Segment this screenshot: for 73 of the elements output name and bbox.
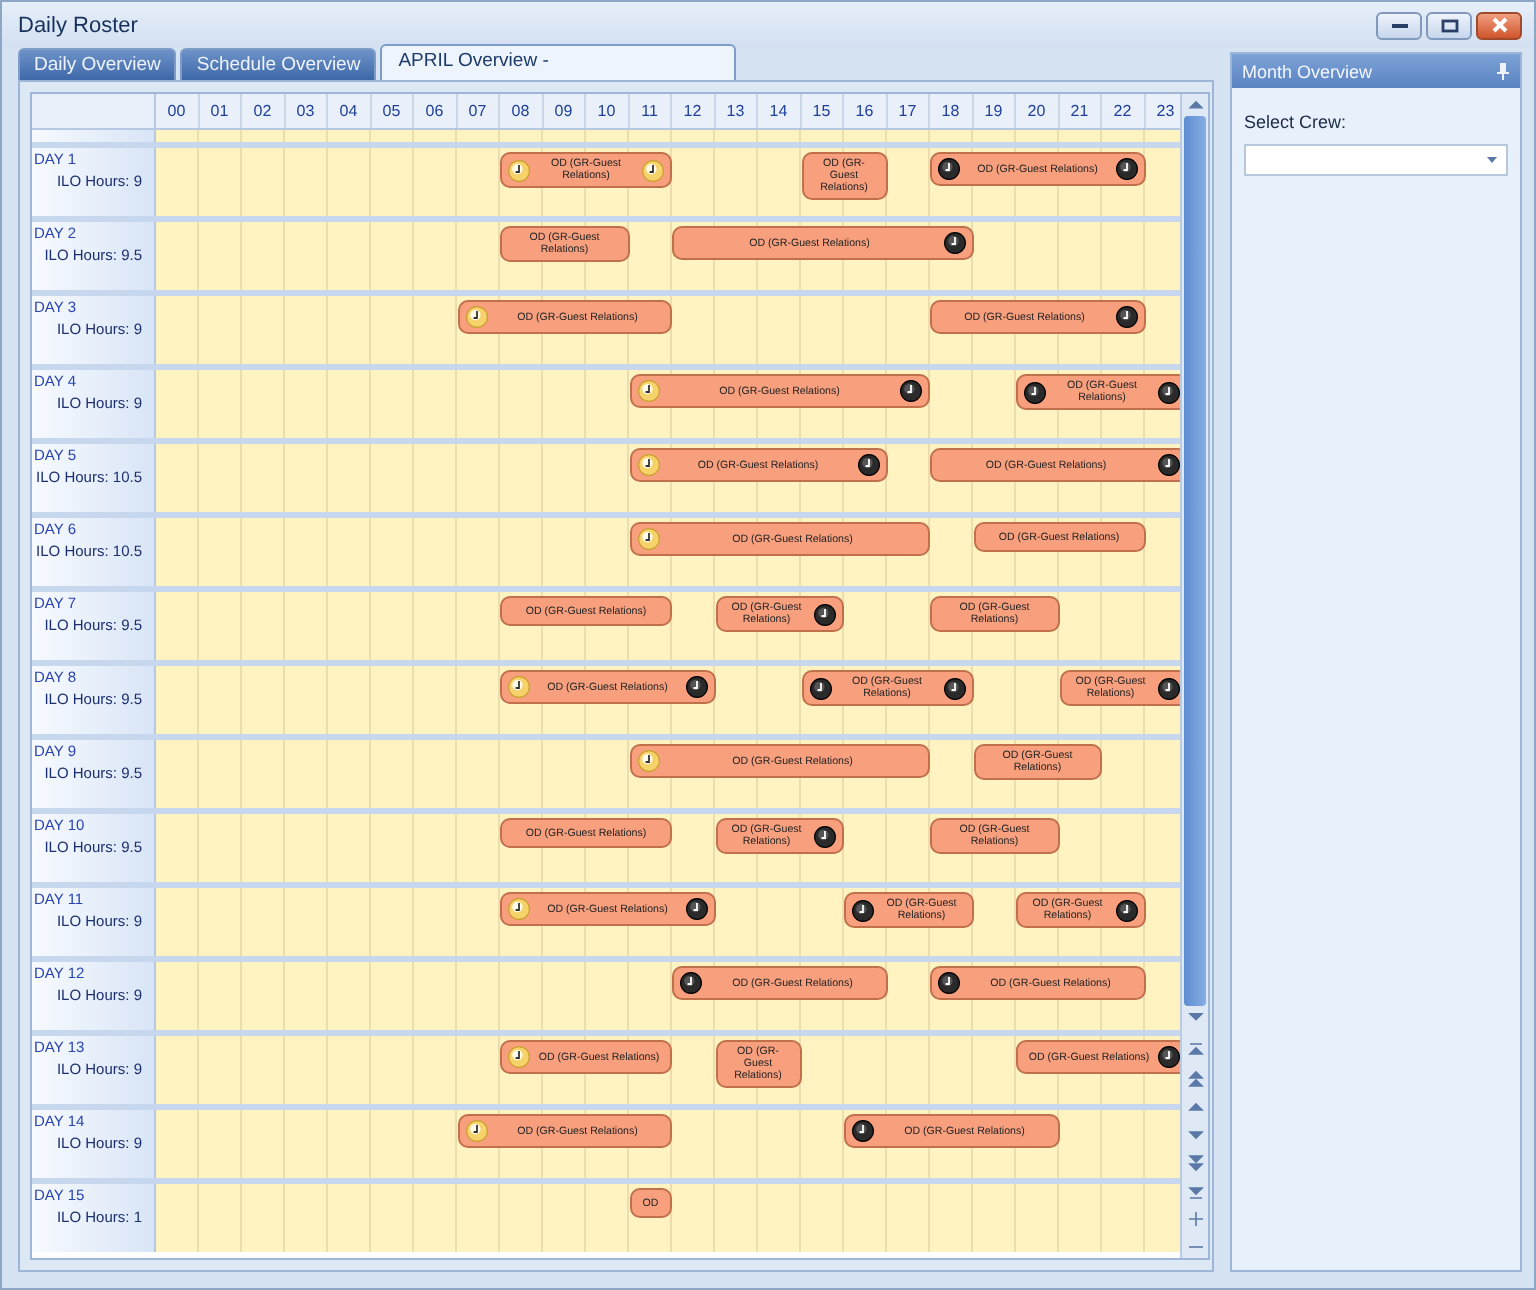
start-clock-icon [508,159,530,181]
hour-header: 12 [672,94,715,128]
hour-header: 06 [414,94,457,128]
hour-header: 02 [242,94,285,128]
hour-header: 04 [328,94,371,128]
tab[interactable]: Schedule Overview [180,48,377,80]
hour-header: 09 [543,94,586,128]
hour-header: 17 [887,94,930,128]
hour-header: 18 [930,94,973,128]
scrollbar-thumb[interactable] [1184,115,1206,1007]
end-clock-icon [1115,899,1137,921]
close-button[interactable] [1476,11,1522,39]
start-clock-icon [809,677,831,699]
hour-header: 14 [758,94,801,128]
start-clock-icon [852,899,874,921]
end-clock-icon [685,676,707,698]
panel-title: Month Overview [1242,61,1373,81]
start-clock-icon [680,972,702,994]
hour-header: 08 [500,94,543,128]
start-clock-icon [508,898,530,920]
start-clock-icon [637,528,659,550]
maximize-button[interactable] [1426,11,1472,39]
hour-header: 15 [801,94,844,128]
end-clock-icon [814,825,836,847]
end-clock-icon [1115,158,1137,180]
start-clock-icon [852,1120,874,1142]
maximize-icon [1439,17,1459,33]
minimize-button[interactable] [1376,11,1422,39]
hour-header: 22 [1102,94,1145,128]
start-clock-icon [465,306,487,328]
end-clock-icon [1158,381,1180,403]
start-clock-icon [508,676,530,698]
hour-header: 03 [285,94,328,128]
end-clock-icon [685,898,707,920]
end-clock-icon [943,232,965,254]
hour-header: 07 [457,94,500,128]
start-clock-icon [938,158,960,180]
start-clock-icon [938,972,960,994]
close-icon [1489,16,1509,34]
end-clock-icon [943,677,965,699]
hour-header: 13 [715,94,758,128]
hour-header: 10 [586,94,629,128]
hour-header: 01 [199,94,242,128]
hour-header: 00 [156,94,199,128]
hour-header: 21 [1059,94,1102,128]
end-clock-icon [814,603,836,625]
start-clock-icon [508,1046,530,1068]
tab[interactable]: Daily Overview [18,48,177,80]
zoom-in-icon[interactable] [1183,1208,1207,1230]
start-clock-icon [1024,381,1046,403]
pin-icon[interactable] [1496,62,1510,80]
end-clock-icon [857,454,879,476]
window-title: Daily Roster [18,13,140,37]
page-down-icon[interactable] [1183,1152,1207,1174]
hour-header: 05 [371,94,414,128]
hour-header: 11 [629,94,672,128]
page-up-icon[interactable] [1183,1068,1207,1090]
tab[interactable]: APRIL Overview - [380,44,737,80]
end-clock-icon [1158,677,1180,699]
start-clock-icon [637,454,659,476]
crew-label: Select Crew: [1244,112,1349,132]
hour-header: 19 [973,94,1016,128]
start-clock-icon [465,1120,487,1142]
start-clock-icon [637,380,659,402]
end-clock-icon [1115,306,1137,328]
start-clock-icon [637,750,659,772]
hour-header: 16 [844,94,887,128]
caret-icon [1486,156,1498,164]
end-clock-icon [642,159,664,181]
hour-header: 20 [1016,94,1059,128]
end-clock-icon [1158,454,1180,476]
end-clock-icon [1158,1046,1180,1068]
end-clock-icon [900,380,922,402]
